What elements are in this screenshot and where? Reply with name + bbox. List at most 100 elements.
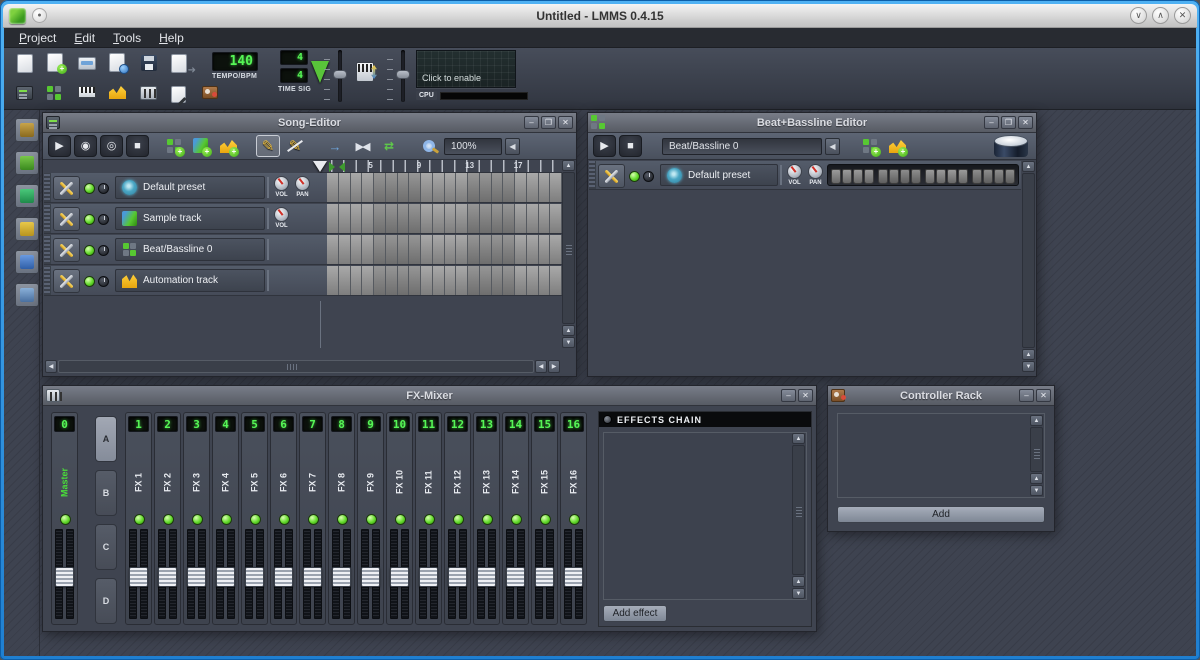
bb-editor-close-button[interactable]: ✕ [1018,116,1033,129]
channel-label[interactable]: FX 16 [561,453,586,511]
track-grip-handle[interactable] [589,161,596,189]
beat-step-cell[interactable] [878,169,888,184]
controller-rack-titlebar[interactable]: Controller Rack – ✕ [828,386,1054,406]
channel-label[interactable]: FX 7 [300,453,325,511]
fader-handle-icon[interactable] [129,567,148,587]
grid-cell[interactable] [433,266,445,295]
zoom-button[interactable] [417,135,441,157]
channel-label[interactable]: FX 4 [213,453,238,511]
tempo-display[interactable]: 140 [212,52,258,71]
master-channel-strip[interactable]: 0Master [51,412,78,625]
scroll-down-button[interactable]: ▼ [1022,361,1035,372]
channel-mute-led[interactable] [250,514,261,525]
channel-mute-led[interactable] [221,514,232,525]
grid-cell[interactable] [374,173,386,202]
grid-cell[interactable] [456,204,468,233]
zoom-level-dropdown[interactable]: 100% [444,138,502,155]
channel-volume-fader[interactable] [216,529,235,619]
grid-cell[interactable] [433,173,445,202]
fx-mixer-titlebar[interactable]: FX-Mixer – ✕ [43,386,816,406]
track-pan-knob[interactable]: PAN [295,176,310,202]
bb-add-automation-track-button[interactable]: + [885,135,909,157]
beat-step-cell[interactable] [958,169,968,184]
vscroll-track[interactable] [1030,427,1043,472]
song-editor-hscrollbar[interactable]: ◀ ◀ ▶ [45,360,560,373]
grid-cell[interactable] [456,266,468,295]
channel-mute-led[interactable] [395,514,406,525]
track-name-button[interactable]: Sample track [115,207,265,230]
grid-cell[interactable] [480,173,492,202]
grid-cell[interactable] [468,173,480,202]
fx-channel-strip[interactable]: 13FX 13 [473,412,500,625]
fx-channel-strip[interactable]: 10FX 10 [386,412,413,625]
beat-step-cell[interactable] [1005,169,1015,184]
channel-volume-fader[interactable] [187,529,206,619]
transport-record-while-playing-button[interactable]: ◎ [100,135,123,157]
fader-handle-icon[interactable] [55,567,74,587]
grid-cell[interactable] [327,266,339,295]
track-grip-handle[interactable] [44,266,51,295]
grid-cell[interactable] [339,235,351,264]
maximize-button[interactable]: ∧ [1152,7,1169,24]
grid-cell[interactable] [503,173,515,202]
channel-mute-led[interactable] [569,514,580,525]
controller-rack-close-button[interactable]: ✕ [1036,389,1051,402]
fader-handle-icon[interactable] [535,567,554,587]
beat-step-cell[interactable] [983,169,993,184]
channel-volume-fader[interactable] [332,529,351,619]
grid-cell[interactable] [327,204,339,233]
bb-editor-vscrollbar[interactable]: ▲ ▲ ▼ [1022,161,1035,372]
grid-cell[interactable] [351,235,363,264]
scroll-up-button2[interactable]: ▲ [562,325,575,336]
grid-cell[interactable] [445,266,457,295]
grid-cell[interactable] [503,204,515,233]
beat-steps-strip[interactable] [827,164,1019,186]
bank-b-button[interactable]: B [95,470,117,516]
bb-pattern-dropdown-arrow-icon[interactable]: ◀ [825,138,840,155]
beat-step-cell[interactable] [911,169,921,184]
grid-cell[interactable] [398,235,410,264]
grid-cell[interactable] [374,235,386,264]
fader-handle-icon[interactable] [564,567,583,587]
save-project-button[interactable] [136,50,163,77]
grid-cell[interactable] [374,204,386,233]
scroll-right-button[interactable]: ▶ [548,360,560,373]
grid-cell[interactable] [409,235,421,264]
fader-handle-icon[interactable] [332,567,351,587]
fx-channel-strip[interactable]: 3FX 3 [183,412,210,625]
grid-cell[interactable] [398,173,410,202]
grid-cell[interactable] [339,204,351,233]
grid-cell[interactable] [351,173,363,202]
scroll-up-button[interactable]: ▲ [1022,161,1035,172]
grid-cell[interactable] [456,235,468,264]
export-project-button[interactable]: ➜ [167,50,194,77]
channel-mute-led[interactable] [279,514,290,525]
track-pattern-grid[interactable] [327,266,562,295]
fx-channel-strip[interactable]: 15FX 15 [531,412,558,625]
track-grip-handle[interactable] [44,204,51,233]
grid-cell[interactable] [409,204,421,233]
track-solo-knob[interactable] [643,171,654,182]
song-editor-timeline[interactable]: 591317 [320,160,562,173]
track-actions-button[interactable] [53,176,80,200]
track-mute-led[interactable] [629,171,640,182]
grid-cell[interactable] [550,266,562,295]
channel-label[interactable]: FX 2 [155,453,180,511]
bb-transport-play-button[interactable]: ▶ [593,135,616,157]
grid-cell[interactable] [386,204,398,233]
channel-volume-fader[interactable] [535,529,554,619]
grid-cell[interactable] [468,235,480,264]
beat-step-cell[interactable] [864,169,874,184]
grid-cell[interactable] [386,235,398,264]
grid-cell[interactable] [539,266,551,295]
scroll-up-button[interactable]: ▲ [792,433,805,444]
fader-handle-icon[interactable] [187,567,206,587]
effects-chain-list[interactable] [603,432,807,600]
fader-handle-icon[interactable] [448,567,467,587]
hscroll-track[interactable] [58,360,534,373]
grid-cell[interactable] [480,266,492,295]
channel-mute-led[interactable] [192,514,203,525]
grid-cell[interactable] [421,204,433,233]
menu-help[interactable]: Help [150,29,193,47]
track-mute-led[interactable] [84,276,95,287]
